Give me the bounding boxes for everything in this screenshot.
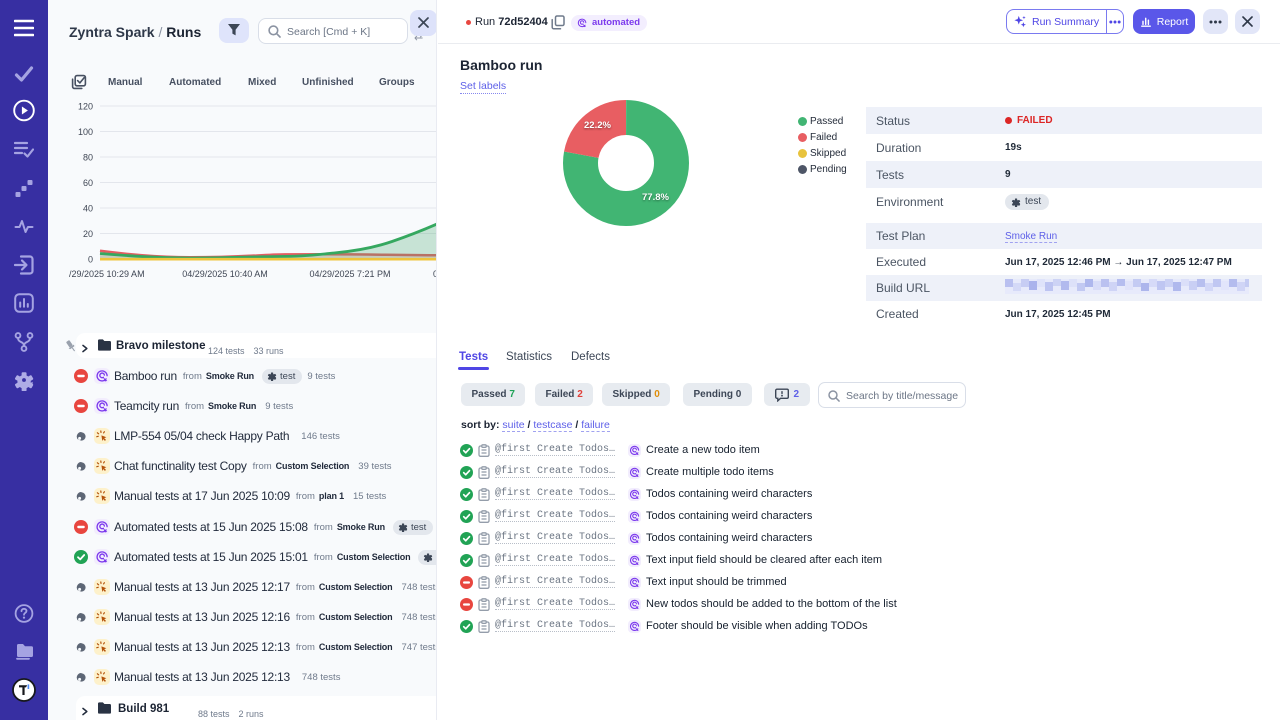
svg-text:40: 40 <box>83 204 93 214</box>
svg-text:0: 0 <box>433 269 437 279</box>
svg-text:80: 80 <box>83 153 93 163</box>
svg-text:/29/2025 10:29 AM: /29/2025 10:29 AM <box>69 269 145 279</box>
svg-text:120: 120 <box>78 102 93 112</box>
svg-text:60: 60 <box>83 178 93 188</box>
svg-text:20: 20 <box>83 229 93 239</box>
svg-text:0: 0 <box>88 255 93 265</box>
svg-text:100: 100 <box>78 127 93 137</box>
svg-text:04/29/2025 7:21 PM: 04/29/2025 7:21 PM <box>309 269 390 279</box>
svg-text:04/29/2025 10:40 AM: 04/29/2025 10:40 AM <box>182 269 268 279</box>
